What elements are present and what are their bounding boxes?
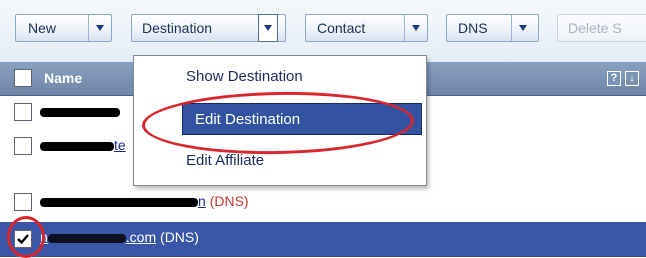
divider <box>88 15 89 41</box>
row-name-suffix: .com <box>125 229 157 245</box>
row-checkbox[interactable] <box>14 137 32 155</box>
divider <box>404 15 405 41</box>
redaction-mark <box>40 197 198 207</box>
select-all-checkbox[interactable] <box>14 69 32 87</box>
delete-button[interactable]: Delete S <box>557 14 646 42</box>
chevron-down-icon[interactable] <box>412 25 420 31</box>
row-name[interactable]: n .com (DNS) <box>40 229 199 245</box>
dns-button-label: DNS <box>458 20 488 36</box>
contact-button[interactable]: Contact <box>305 14 428 42</box>
dns-tag: (DNS) <box>209 193 249 209</box>
dns-button[interactable]: DNS <box>446 14 539 42</box>
sort-icon[interactable]: ↓ <box>625 71 639 86</box>
destination-button-label: Destination <box>142 20 213 36</box>
new-button[interactable]: New <box>15 14 112 42</box>
contact-button-label: Contact <box>317 20 366 36</box>
row-name[interactable] <box>40 103 120 119</box>
table-row-selected[interactable]: n .com (DNS) <box>0 222 646 257</box>
row-name-suffix: te <box>114 137 126 153</box>
destination-dropdown-arrow[interactable] <box>258 14 278 42</box>
divider <box>511 15 512 41</box>
chevron-down-icon[interactable] <box>96 25 104 31</box>
chevron-down-icon[interactable] <box>519 25 527 31</box>
delete-button-label: Delete S <box>568 20 622 36</box>
redaction-mark <box>40 141 114 151</box>
table-row[interactable]: n (DNS) <box>0 186 646 219</box>
redaction-mark <box>47 233 126 243</box>
annotation-ellipse-checkbox <box>7 216 45 258</box>
chevron-down-icon <box>264 25 272 31</box>
redaction-mark <box>40 107 120 117</box>
menu-item-show-destination[interactable]: Show Destination <box>186 61 303 93</box>
column-header-name[interactable]: Name <box>44 70 82 86</box>
row-name[interactable]: n (DNS) <box>40 193 249 209</box>
row-checkbox[interactable] <box>14 103 32 121</box>
row-name[interactable]: te <box>40 137 126 153</box>
row-name-suffix: n <box>198 193 206 209</box>
new-button-label: New <box>28 20 57 36</box>
row-checkbox[interactable] <box>14 193 32 211</box>
toolbar: New Destination Contact DNS Delete S <box>0 0 646 63</box>
dns-tag: (DNS) <box>160 229 199 245</box>
help-icon[interactable]: ? <box>607 71 621 86</box>
